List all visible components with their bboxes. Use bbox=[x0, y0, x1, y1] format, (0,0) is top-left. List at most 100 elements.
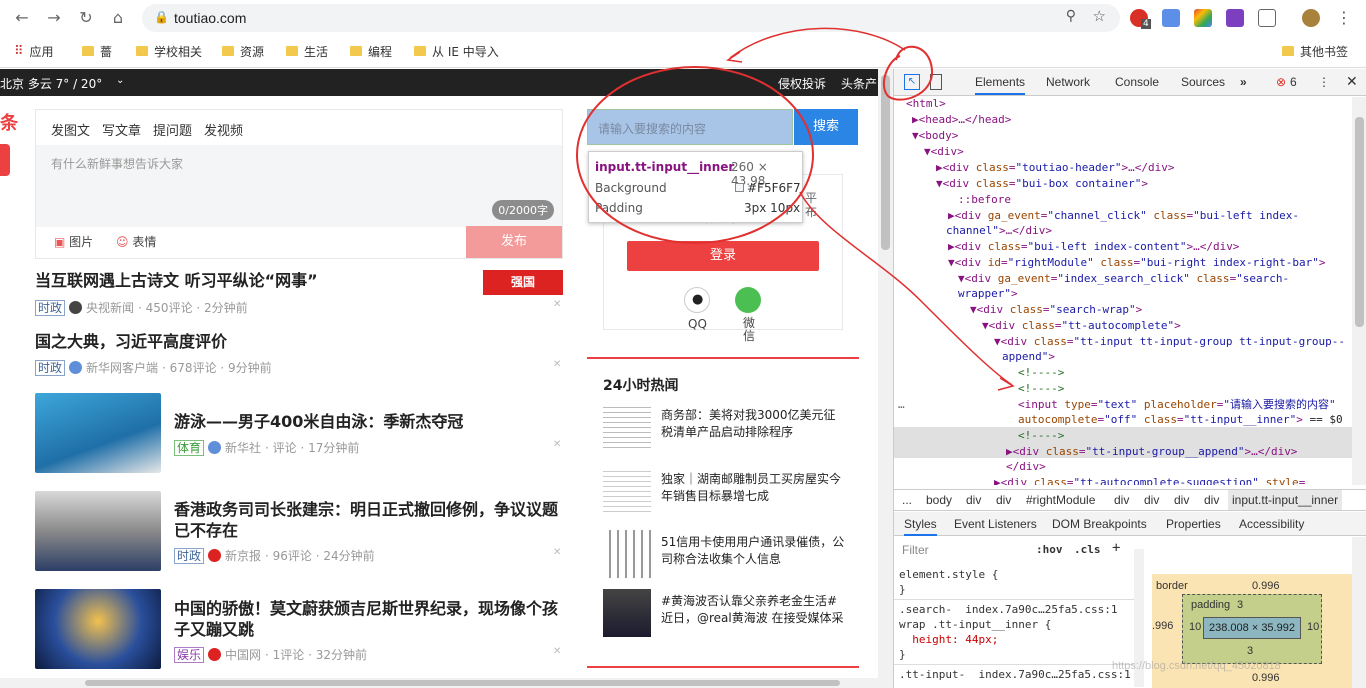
search-button[interactable]: 搜索 bbox=[794, 109, 858, 145]
dom-node[interactable]: ▶<head>…</head> bbox=[912, 112, 1011, 128]
close-icon[interactable]: ✕ bbox=[553, 299, 561, 310]
dom-node[interactable]: append"> bbox=[1002, 349, 1055, 365]
ellipsis-icon[interactable]: … bbox=[898, 397, 905, 413]
selected-dom-node[interactable]: autocomplete="off" class="tt-input__inne… bbox=[1018, 412, 1343, 428]
device-toolbar-icon[interactable] bbox=[930, 74, 942, 90]
tab-post-image[interactable]: 发图文 bbox=[51, 120, 91, 148]
dom-node[interactable]: ▼<div class="tt-input tt-input-group tt-… bbox=[994, 334, 1345, 350]
zoom-icon[interactable]: ⚲ bbox=[1066, 8, 1076, 24]
dom-node[interactable]: <!----> bbox=[1018, 365, 1064, 381]
search-input[interactable]: 请输入要搜索的内容 bbox=[587, 109, 793, 145]
close-icon[interactable]: ✕ bbox=[553, 359, 561, 370]
add-rule-icon[interactable]: + bbox=[1112, 540, 1120, 556]
more-tabs-icon[interactable]: » bbox=[1240, 75, 1247, 89]
hot-item[interactable]: 独家｜湖南邮雕制员工买房屋实今年销售目标暴增七成 bbox=[603, 467, 845, 525]
news-thumbnail[interactable] bbox=[35, 491, 161, 571]
bookmark-folder[interactable]: 资源 bbox=[222, 42, 264, 60]
hot-item[interactable]: #黄海波否认靠父亲养老金生活#近日，@real黄海波 在接受媒体采 bbox=[603, 589, 845, 647]
dom-node[interactable]: ▼<body> bbox=[912, 128, 958, 144]
dom-node[interactable]: ▼<div class="search-wrap"> bbox=[970, 302, 1142, 318]
tab-properties[interactable]: Properties bbox=[1166, 517, 1221, 531]
dom-node[interactable]: <html> bbox=[906, 97, 946, 112]
close-icon[interactable]: ✕ bbox=[1346, 73, 1358, 90]
page-scroll-thumb[interactable] bbox=[881, 75, 890, 250]
hot-item[interactable]: 51信用卡使用用户通讯录催债，公司称合法收集个人信息 bbox=[603, 530, 845, 588]
home-icon[interactable]: ⌂ bbox=[108, 8, 128, 28]
dom-node[interactable]: ▶<div class="bui-left index-content">…</… bbox=[948, 239, 1239, 255]
publish-button[interactable]: 发布 bbox=[466, 226, 562, 258]
image-tool[interactable]: ▣ 图片 bbox=[54, 233, 93, 250]
dom-node[interactable]: ▼<div ga_event="index_search_click" clas… bbox=[958, 271, 1289, 287]
bookmark-folder[interactable]: 学校相关 bbox=[136, 42, 202, 60]
close-icon[interactable]: ✕ bbox=[553, 439, 561, 450]
dom-node[interactable]: ▼<div class="tt-autocomplete"> bbox=[982, 318, 1181, 334]
tab-dom-breakpoints[interactable]: DOM Breakpoints bbox=[1052, 517, 1147, 531]
dom-tree[interactable]: <html> ▶<head>…</head> ▼<body> ▼<div> ▶<… bbox=[894, 97, 1352, 485]
tab-elements[interactable]: Elements bbox=[975, 75, 1026, 95]
news-title[interactable]: 香港政务司司长张建宗：明日正式撤回修例，争议议题已不存在 bbox=[174, 499, 564, 541]
news-title[interactable]: 中国的骄傲！莫文蔚获颁吉尼斯世界纪录，现场像个孩子又蹦又跳 bbox=[174, 598, 564, 640]
menu-icon[interactable]: ⋮ bbox=[1336, 8, 1352, 27]
side-red-tab[interactable] bbox=[0, 144, 10, 176]
tab-accessibility[interactable]: Accessibility bbox=[1239, 517, 1304, 531]
dom-node[interactable]: ▶<div class="tt-autocomplete-suggestion"… bbox=[994, 475, 1305, 485]
avatar[interactable] bbox=[1302, 9, 1320, 27]
product-link[interactable]: 头条产 bbox=[841, 75, 877, 92]
dom-node[interactable]: ▼<div class="bui-box container"> bbox=[936, 176, 1148, 192]
extension-icon[interactable] bbox=[1194, 9, 1212, 27]
cls-toggle[interactable]: .cls bbox=[1074, 543, 1101, 556]
bookmark-folder[interactable]: 薔 bbox=[82, 42, 112, 60]
dom-node[interactable]: wrapper"> bbox=[958, 286, 1018, 302]
qq-icon[interactable]: ● bbox=[684, 287, 710, 313]
dom-node[interactable]: </div> bbox=[1006, 459, 1046, 475]
qq-label[interactable]: QQ bbox=[688, 317, 707, 331]
tab-styles[interactable]: Styles bbox=[904, 517, 937, 536]
dom-node[interactable]: ▶<div class="tt-input-group__append">…</… bbox=[1006, 444, 1297, 460]
tab-write-article[interactable]: 写文章 bbox=[102, 120, 141, 139]
selected-dom-node[interactable]: <input type="text" placeholder="请输入要搜索的内… bbox=[1018, 397, 1336, 413]
dom-node[interactable]: <!----> bbox=[1018, 381, 1064, 397]
back-icon[interactable]: ← bbox=[12, 8, 32, 28]
dom-node[interactable]: ▼<div id="rightModule" class="bui-right … bbox=[948, 255, 1326, 271]
tab-network[interactable]: Network bbox=[1046, 75, 1090, 89]
tab-ask-question[interactable]: 提问题 bbox=[153, 120, 192, 139]
chevron-down-icon[interactable]: ⌄ bbox=[116, 75, 124, 86]
news-title[interactable]: 国之大典，习近平高度评价 bbox=[35, 331, 555, 352]
login-button[interactable]: 登录 bbox=[627, 241, 819, 271]
error-icon[interactable]: ⊗ bbox=[1276, 75, 1286, 89]
tab-sources[interactable]: Sources bbox=[1181, 75, 1225, 89]
emoji-tool[interactable]: ☺ 表情 bbox=[116, 233, 156, 250]
styles-pane[interactable]: element.style { } .search- index.7a90c…2… bbox=[894, 563, 1140, 688]
news-title[interactable]: 当互联网遇上古诗文 听习平纵论“网事” bbox=[35, 270, 475, 291]
address-bar[interactable]: 🔒 toutiao.com ⚲ ☆ bbox=[142, 4, 1120, 32]
horizontal-scroll-thumb[interactable] bbox=[85, 680, 840, 686]
xuexi-badge[interactable]: 强国 bbox=[483, 270, 563, 295]
bookmark-folder[interactable]: 编程 bbox=[350, 42, 392, 60]
dom-node[interactable]: ▶<div class="toutiao-header">…</div> bbox=[936, 160, 1174, 176]
post-textarea[interactable]: 有什么新鲜事想告诉大家 0/2000字 bbox=[36, 145, 562, 227]
bookmark-folder[interactable]: 从 IE 中导入 bbox=[414, 42, 499, 60]
hov-toggle[interactable]: :hov bbox=[1036, 543, 1063, 556]
close-icon[interactable]: ✕ bbox=[553, 547, 561, 558]
extension-icon[interactable] bbox=[1162, 9, 1180, 27]
tab-console[interactable]: Console bbox=[1115, 75, 1159, 89]
star-icon[interactable]: ☆ bbox=[1093, 7, 1106, 25]
dom-tree-scroll-thumb[interactable] bbox=[1355, 117, 1364, 327]
dom-node[interactable]: ▶<div ga_event="channel_click" class="bu… bbox=[948, 208, 1299, 224]
bookmark-apps[interactable]: ⠿ 应用 bbox=[14, 42, 54, 60]
wechat-label[interactable]: 微信 bbox=[743, 317, 756, 343]
forward-icon[interactable]: → bbox=[44, 8, 64, 28]
dom-node[interactable]: <!----> bbox=[1018, 428, 1064, 444]
styles-filter-input[interactable]: Filter bbox=[894, 537, 1029, 563]
dom-tree-scrollbar[interactable] bbox=[1352, 97, 1366, 485]
extension-icon[interactable] bbox=[1258, 9, 1276, 27]
box-model-scrollbar[interactable] bbox=[1352, 537, 1366, 688]
news-thumbnail[interactable] bbox=[35, 393, 161, 473]
inspect-icon[interactable]: ↖ bbox=[904, 74, 920, 90]
news-thumbnail[interactable] bbox=[35, 589, 161, 669]
dom-node[interactable]: channel">…</div> bbox=[946, 223, 1052, 239]
onenote-icon[interactable] bbox=[1226, 9, 1244, 27]
wechat-icon[interactable] bbox=[735, 287, 761, 313]
tab-post-video[interactable]: 发视频 bbox=[204, 120, 243, 139]
tab-event-listeners[interactable]: Event Listeners bbox=[954, 517, 1037, 531]
